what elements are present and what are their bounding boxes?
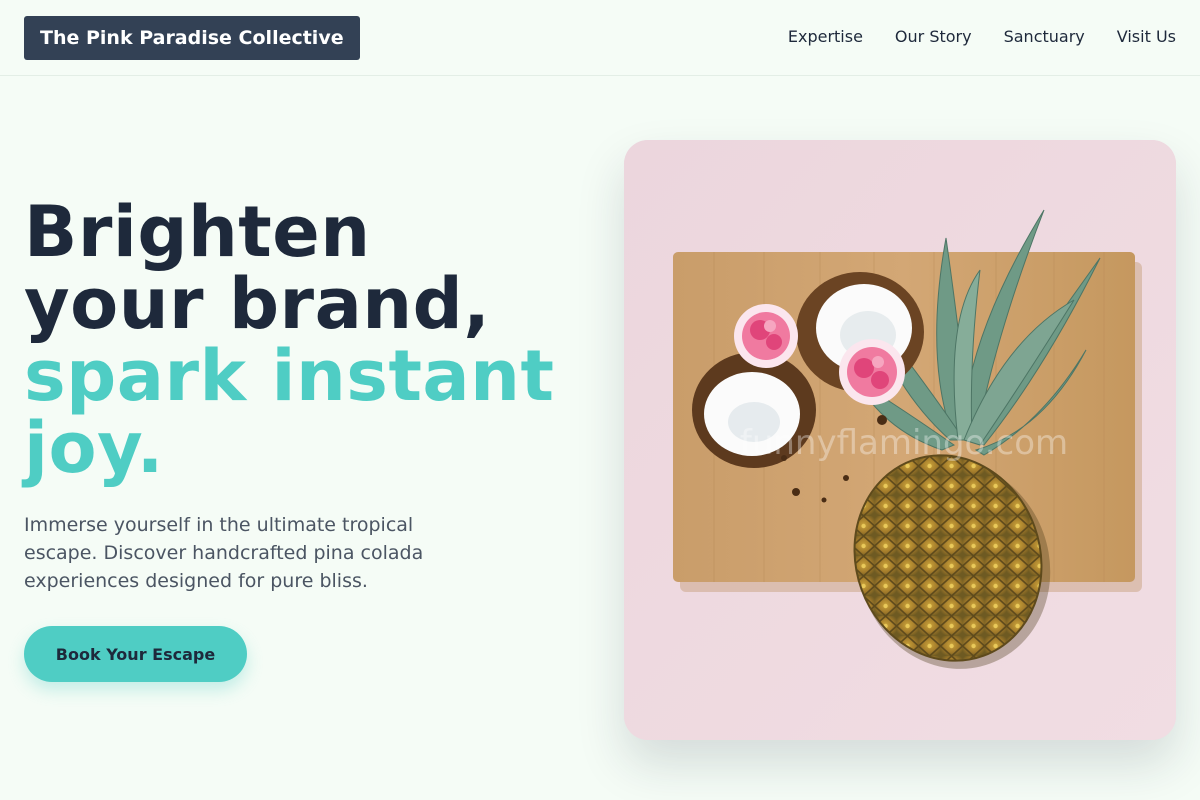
pink-flower-right [839,339,905,405]
headline-line-2: your brand, [24,263,491,345]
pineapple-coconut-illustration: funnyflamingo.com [624,140,1176,740]
headline-accent-line-2: joy. [24,407,164,489]
hero-headline: Brighten your brand, spark instant joy. [24,196,604,484]
image-watermark: funnyflamingo.com [740,423,1068,463]
nav-link-our-story[interactable]: Our Story [895,24,972,50]
nav-link-sanctuary[interactable]: Sanctuary [1004,24,1085,50]
pink-flower-left [734,304,798,368]
nav-link-visit-us[interactable]: Visit Us [1117,24,1176,50]
brand-logo[interactable]: The Pink Paradise Collective [24,16,360,60]
nav-link-expertise[interactable]: Expertise [788,24,863,50]
hero-image: funnyflamingo.com [624,140,1176,740]
main-nav: Expertise Our Story Sanctuary Visit Us [788,24,1176,50]
site-header: The Pink Paradise Collective Expertise O… [0,0,1200,76]
book-escape-button[interactable]: Book Your Escape [24,626,247,682]
headline-line-1: Brighten [24,191,371,273]
hero-description: Immerse yourself in the ultimate tropica… [24,514,424,592]
headline-accent-line-1: spark instant [24,335,555,417]
